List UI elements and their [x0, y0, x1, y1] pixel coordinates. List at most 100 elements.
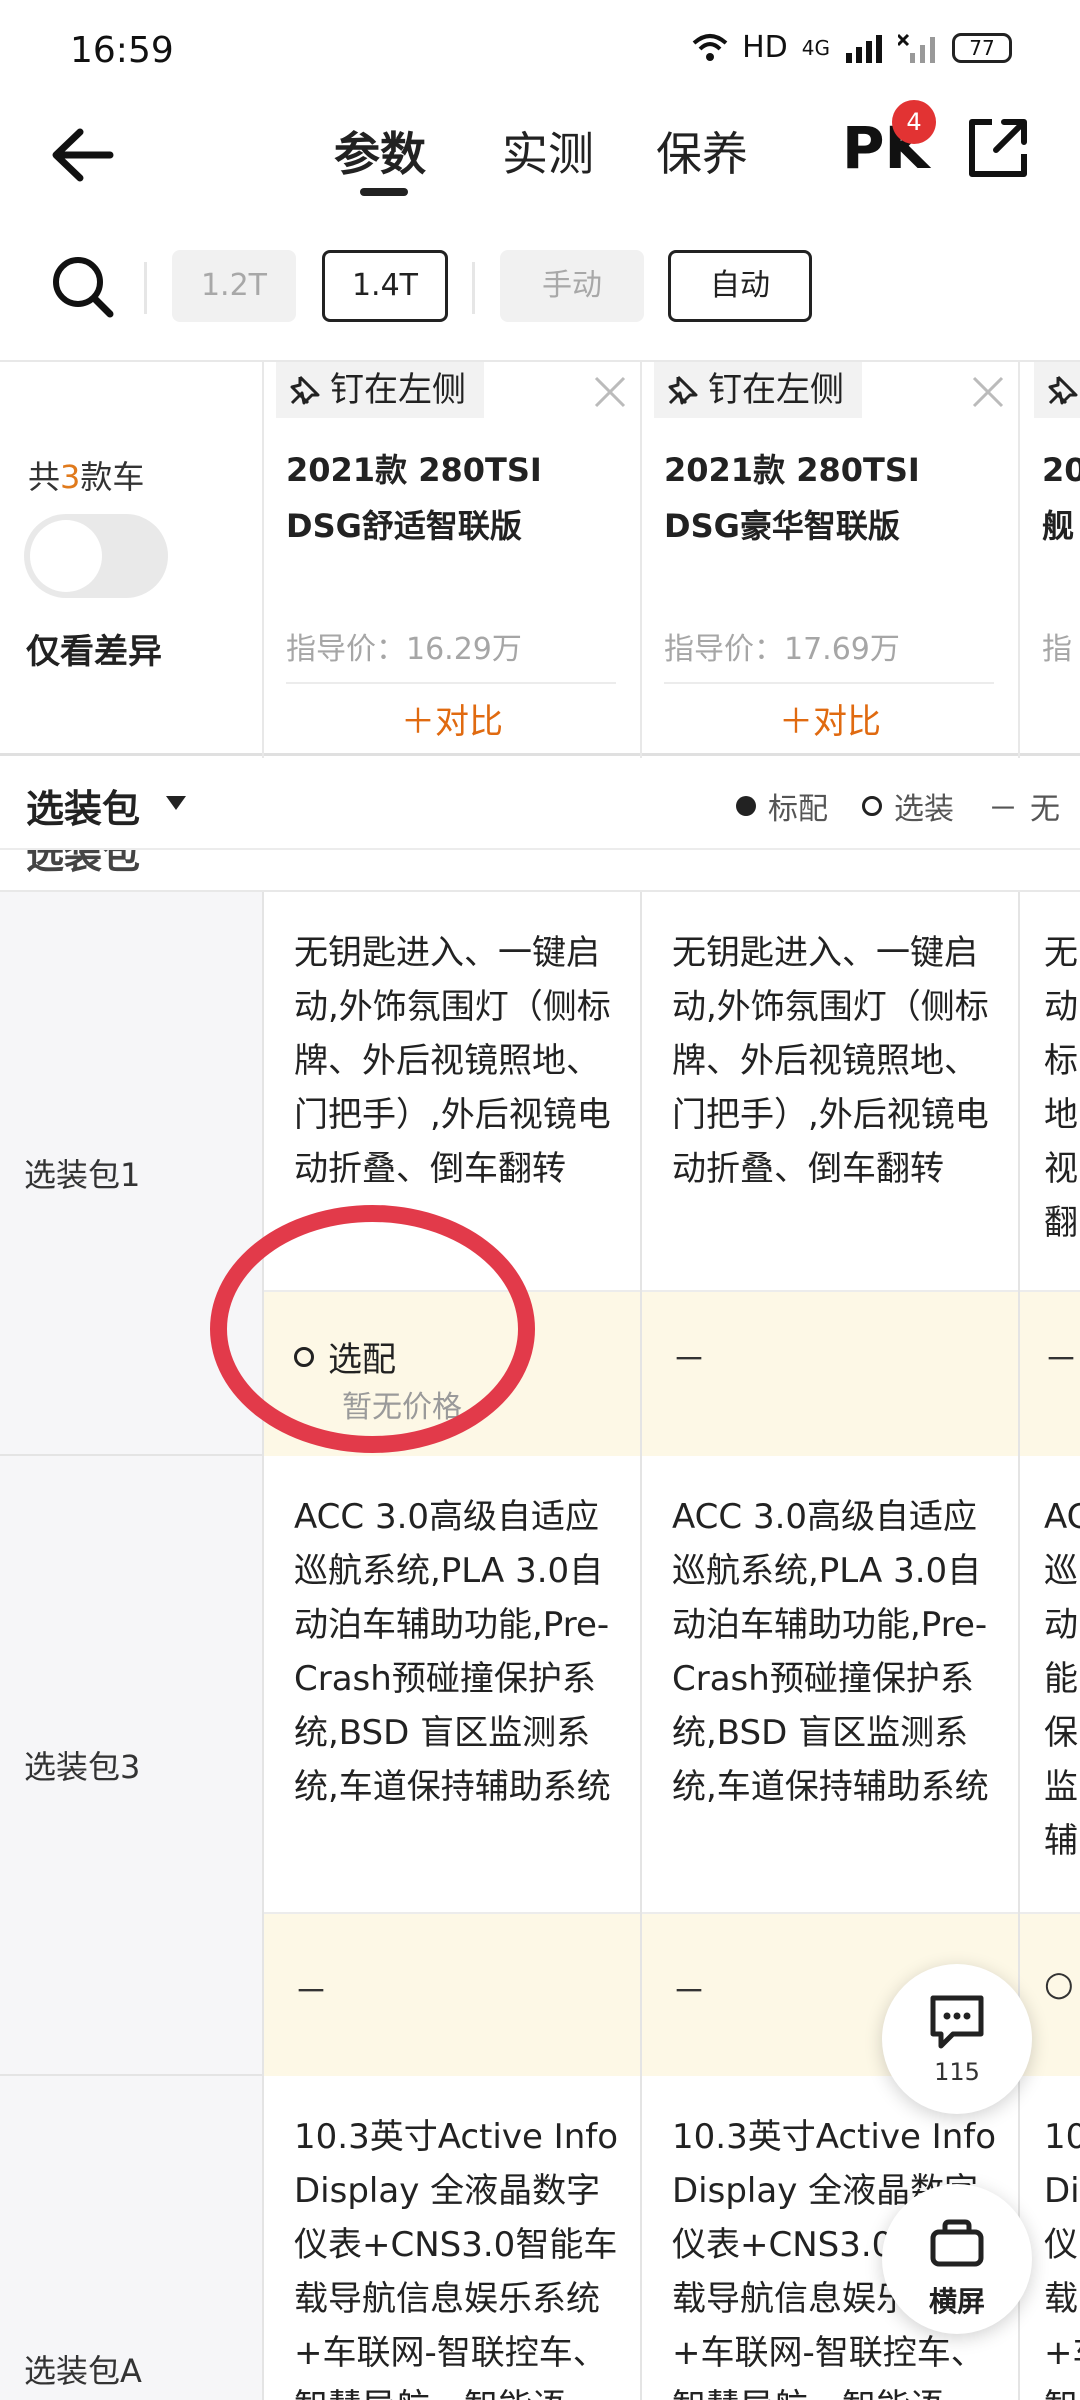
car-price: 指导价：16.29万 — [286, 632, 522, 667]
pin-left-button[interactable]: 钉在左侧 — [654, 362, 862, 418]
car-compare-header: 共3款车 仅看差异 钉在左侧 2021款 280TSI DSG舒适智联版 指导价… — [0, 360, 1080, 758]
car-column: 钉在左侧 2021款 280TSI DSG舒适智联版 指导价：16.29万 ＋对… — [264, 362, 642, 758]
pk-count-badge: 4 — [892, 100, 936, 144]
comment-button[interactable]: 115 — [882, 1964, 1032, 2114]
top-navigation: 参数 实测 保养 PK 4 — [0, 100, 1080, 220]
battery-indicator: 77 — [952, 32, 1012, 63]
package-description: 无钥匙进入、一键启动,外饰氛围灯（侧标牌、外后视镜照地、门把手）,外后视镜电动折… — [672, 933, 989, 1189]
row-label: 选装包A — [0, 2076, 264, 2400]
row-label-text: 选装包A — [24, 2352, 142, 2390]
row-label-text: 选装包3 — [24, 1748, 141, 1786]
add-compare-button[interactable]: ＋对比 — [264, 692, 640, 752]
sticky-header-ghost: 选装包 — [0, 850, 1080, 892]
chip-1-2t[interactable]: 1.2T — [172, 250, 296, 322]
option-table: 选装包1 无钥匙进入、一键启动,外饰氛围灯（侧标牌、外后视镜照地、门把手）,外后… — [0, 892, 1080, 2400]
optional-dot-icon — [862, 796, 882, 816]
toggle-knob — [30, 520, 102, 592]
car-name: 20 舰 — [1042, 451, 1080, 545]
pin-icon — [1048, 375, 1078, 405]
close-icon[interactable] — [968, 372, 1008, 412]
package-description: 10.3英寸Active Info Display 全液晶数字仪表+CNS3.0… — [294, 2117, 619, 2400]
car-column: 钉在左侧 2021款 280TSI DSG豪华智联版 指导价：17.69万 ＋对… — [642, 362, 1020, 758]
pin-label: 钉在左侧 — [330, 370, 466, 410]
car-price: 指导价：17.69万 — [664, 632, 900, 667]
signal-off-icon — [898, 33, 935, 63]
share-icon[interactable] — [960, 112, 1034, 186]
row-label-text: 选装包1 — [24, 1156, 141, 1194]
package-description: AC 巡 动 能 保 监 辅 — [1044, 1497, 1080, 1861]
filter-divider — [472, 262, 475, 314]
table-cell-partial: AC 巡 动 能 保 监 辅 ○ — [1020, 1456, 1080, 2076]
network-label: HD — [742, 30, 788, 65]
pin-label: 钉在左侧 — [708, 370, 844, 410]
status-bar: 16:59 HD 4G 77 — [0, 0, 1080, 100]
chip-automatic[interactable]: 自动 — [668, 250, 812, 322]
landscape-button[interactable]: 横屏 — [882, 2184, 1032, 2334]
caret-down-icon[interactable] — [166, 796, 186, 810]
status-none: － — [294, 1972, 328, 2012]
close-icon[interactable] — [590, 372, 630, 412]
back-arrow-icon[interactable] — [40, 110, 130, 200]
tab-maintenance[interactable]: 保养 — [656, 118, 748, 184]
pin-left-button[interactable]: 钉在左侧 — [276, 362, 484, 418]
table-cell: ACC 3.0高级自适应巡航系统,PLA 3.0自动泊车辅助功能,Pre-Cra… — [264, 1456, 642, 2076]
row-label: 选装包3 — [0, 1456, 264, 2074]
package-description: 无 动 标 地 视 翻 — [1044, 933, 1078, 1243]
none-dash-icon: － — [988, 792, 1018, 827]
table-cell: 10.3英寸Active Info Display 全液晶数字仪表+CNS3.0… — [264, 2076, 642, 2400]
pin-icon — [290, 375, 320, 405]
tab-params[interactable]: 参数 — [334, 118, 426, 184]
legend-none: 无 — [1030, 792, 1060, 827]
compare-summary: 共3款车 仅看差异 — [0, 362, 264, 758]
filter-bar: 1.2T 1.4T 手动 自动 — [0, 240, 1080, 350]
chip-manual[interactable]: 手动 — [500, 250, 644, 322]
car-count: 共3款车 — [28, 452, 144, 498]
status-none: － — [1044, 1340, 1078, 1380]
diff-only-toggle[interactable] — [24, 514, 168, 598]
standard-dot-icon — [736, 796, 756, 816]
landscape-label: 横屏 — [928, 2285, 985, 2318]
package-description: ACC 3.0高级自适应巡航系统,PLA 3.0自动泊车辅助功能,Pre-Cra… — [672, 1497, 989, 1807]
status-cell: － — [642, 1290, 1018, 1456]
status-none: － — [672, 1972, 706, 2012]
table-row: 选装包1 无钥匙进入、一键启动,外饰氛围灯（侧标牌、外后视镜照地、门把手）,外后… — [0, 892, 1080, 1456]
search-icon[interactable] — [48, 252, 118, 322]
wifi-icon — [692, 33, 728, 61]
signal-bars-icon — [846, 34, 882, 63]
count-number: 3 — [60, 458, 81, 496]
status-cell: － — [1020, 1290, 1080, 1456]
tab-measured[interactable]: 实测 — [502, 118, 594, 184]
pin-icon — [668, 375, 698, 405]
count-suffix: 款车 — [80, 458, 145, 496]
comment-count: 115 — [934, 2058, 980, 2086]
status-none: － — [672, 1340, 706, 1380]
legend-standard: 标配 — [768, 792, 828, 827]
ghost-section-title: 选装包 — [26, 850, 141, 877]
divider — [664, 682, 994, 684]
count-prefix: 共 — [28, 458, 61, 496]
car-name: 2021款 280TSI DSG豪华智联版 — [664, 451, 920, 545]
rotate-screen-icon — [930, 2219, 984, 2267]
divider — [286, 682, 616, 684]
car-name: 2021款 280TSI DSG舒适智联版 — [286, 451, 542, 545]
status-time: 16:59 — [70, 30, 174, 71]
status-cell: － — [264, 1912, 640, 2076]
pin-left-button[interactable] — [1034, 362, 1080, 418]
package-description: 无钥匙进入、一键启动,外饰氛围灯（侧标牌、外后视镜照地、门把手）,外后视镜电动折… — [294, 933, 611, 1189]
status-icons: HD 4G 77 — [692, 30, 1012, 65]
active-tab-indicator — [360, 188, 408, 196]
section-title[interactable]: 选装包 — [26, 778, 140, 833]
car-column-partial: 20 舰 指 — [1020, 362, 1080, 758]
legend-optional: 选装 — [894, 792, 954, 827]
car-price: 指 — [1042, 632, 1072, 667]
option-package-header: 选装包 标配 选装 － 无 — [0, 758, 1080, 850]
highlight-annotation-circle — [210, 1205, 535, 1453]
chip-1-4t[interactable]: 1.4T — [322, 250, 448, 322]
add-compare-button[interactable]: ＋对比 — [642, 692, 1018, 752]
filter-divider — [144, 262, 147, 314]
package-description: ACC 3.0高级自适应巡航系统,PLA 3.0自动泊车辅助功能,Pre-Cra… — [294, 1497, 611, 1807]
table-cell-partial: 无 动 标 地 视 翻 － — [1020, 892, 1080, 1456]
table-cell: 无钥匙进入、一键启动,外饰氛围灯（侧标牌、外后视镜照地、门把手）,外后视镜电动折… — [642, 892, 1020, 1456]
comment-icon — [930, 1995, 984, 2049]
diff-only-label: 仅看差异 — [26, 632, 162, 672]
